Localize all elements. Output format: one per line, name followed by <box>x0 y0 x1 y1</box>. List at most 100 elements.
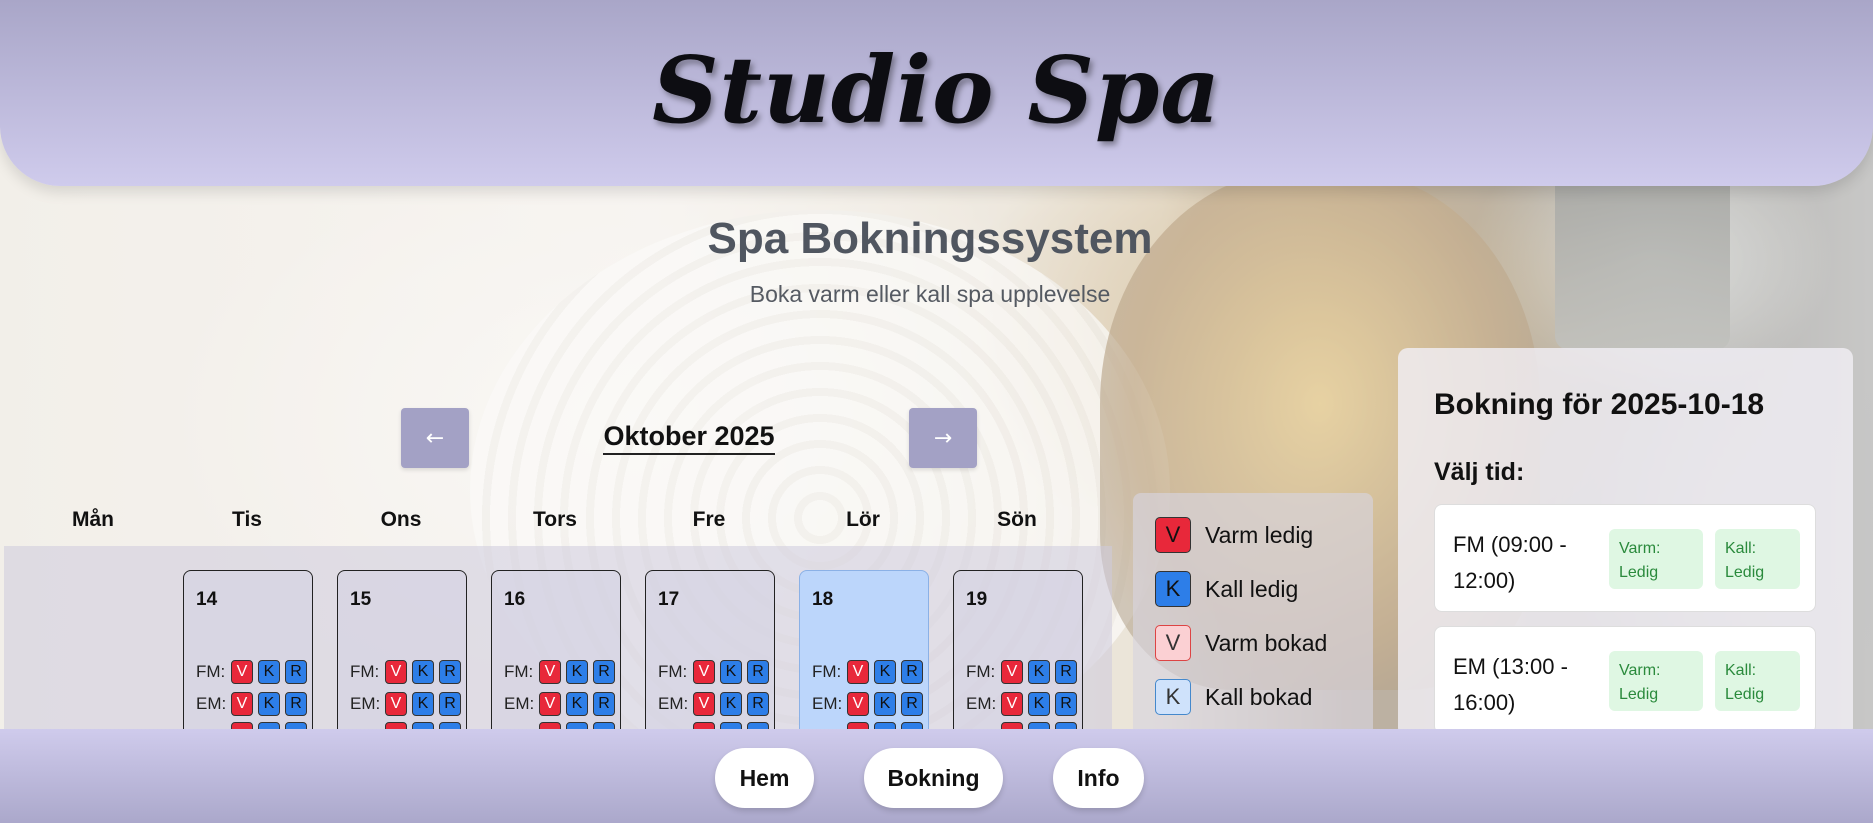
arrow-left-icon: ← <box>425 425 445 451</box>
warm-chip[interactable]: V <box>539 692 561 716</box>
slot-label-fm: FM: <box>504 662 534 681</box>
cold-chip[interactable]: K <box>1028 692 1050 716</box>
next-month-button[interactable]: → <box>909 408 977 468</box>
legend-item-cold-free: K Kall ledig <box>1155 571 1298 607</box>
slot-label-fm: FM: <box>658 662 688 681</box>
warm-chip[interactable]: V <box>385 660 407 684</box>
fm-slot-row: FM: V K R <box>812 659 923 685</box>
r-chip[interactable]: R <box>901 660 923 684</box>
weekday-wed: Ons <box>380 508 422 531</box>
weekday-thu: Tors <box>533 508 577 531</box>
warm-chip[interactable]: V <box>539 660 561 684</box>
nav-info-button[interactable]: Info <box>1053 748 1144 808</box>
r-chip[interactable]: R <box>439 692 461 716</box>
cold-status-badge[interactable]: Kall: Ledig <box>1715 651 1800 711</box>
month-label: Oktober 2025 <box>560 421 818 455</box>
calendar-day-15[interactable]: 15 FM: V K R EM: V K R <box>337 570 467 740</box>
weekday-sat: Lör <box>846 508 880 531</box>
month-label-text: Oktober 2025 <box>603 421 775 455</box>
time-slot-label: EM (13:00 - 16:00) <box>1453 654 1568 715</box>
legend-item-warm-free: V Varm ledig <box>1155 517 1313 553</box>
prev-month-button[interactable]: ← <box>401 408 469 468</box>
cold-chip[interactable]: K <box>874 692 896 716</box>
cold-status-badge[interactable]: Kall: Ledig <box>1715 529 1800 589</box>
warm-chip[interactable]: V <box>693 692 715 716</box>
em-slot-row: EM: V K R <box>504 691 615 717</box>
slot-label-fm: FM: <box>196 662 226 681</box>
r-chip[interactable]: R <box>439 660 461 684</box>
page-subtitle: Boka varm eller kall spa upplevelse <box>749 281 1111 307</box>
legend-item-cold-booked: K Kall bokad <box>1155 679 1312 715</box>
cold-chip[interactable]: K <box>258 692 280 716</box>
cold-chip[interactable]: K <box>566 660 588 684</box>
legend-swatch-cold-booked: K <box>1155 679 1191 715</box>
arrow-right-icon: → <box>933 425 953 451</box>
warm-chip[interactable]: V <box>847 660 869 684</box>
warm-chip[interactable]: V <box>231 692 253 716</box>
legend-item-warm-booked: V Varm bokad <box>1155 625 1327 661</box>
calendar-day-17[interactable]: 17 FM: V K R EM: V K R <box>645 570 775 740</box>
cold-chip[interactable]: K <box>412 660 434 684</box>
weekday-sun: Sön <box>997 508 1037 531</box>
r-chip[interactable]: R <box>285 692 307 716</box>
brand-logo[interactable]: Studio Spa <box>652 36 1221 144</box>
day-number: 16 <box>504 589 526 610</box>
fm-slot-row: FM: V K R <box>504 659 615 685</box>
slot-label-em: EM: <box>196 694 226 713</box>
fm-slot-row: FM: V K R <box>966 659 1077 685</box>
legend-label: Kall bokad <box>1205 683 1313 710</box>
weekday-tue: Tis <box>232 508 262 531</box>
time-slot-em[interactable]: EM (13:00 - 16:00) Varm: Ledig Kall: Led… <box>1434 626 1816 734</box>
weekday-header: Mån Tis Ons Tors Fre Lör Sön <box>16 508 1096 538</box>
day-number: 17 <box>658 589 680 610</box>
calendar-day-18[interactable]: 18 FM: V K R EM: V K R <box>799 570 929 740</box>
r-chip[interactable]: R <box>901 692 923 716</box>
booking-panel: Bokning för 2025-10-18 Välj tid: FM (09:… <box>1398 348 1853 738</box>
r-chip[interactable]: R <box>1055 692 1077 716</box>
fm-slot-row: FM: V K R <box>658 659 769 685</box>
r-chip[interactable]: R <box>747 692 769 716</box>
r-chip[interactable]: R <box>593 692 615 716</box>
day-number: 15 <box>350 589 372 610</box>
cold-chip[interactable]: K <box>874 660 896 684</box>
cold-chip[interactable]: K <box>720 660 742 684</box>
warm-status-badge[interactable]: Varm: Ledig <box>1609 651 1703 711</box>
calendar-day-19[interactable]: 19 FM: V K R EM: V K R <box>953 570 1083 740</box>
cold-chip[interactable]: K <box>412 692 434 716</box>
warm-chip[interactable]: V <box>693 660 715 684</box>
calendar-day-14[interactable]: 14 FM: V K R EM: V K R <box>183 570 313 740</box>
em-slot-row: EM: V K R <box>812 691 923 717</box>
cold-chip[interactable]: K <box>720 692 742 716</box>
fm-slot-row: FM: V K R <box>196 659 307 685</box>
em-slot-row: EM: V K R <box>658 691 769 717</box>
cold-chip[interactable]: K <box>1028 660 1050 684</box>
fm-slot-row: FM: V K R <box>350 659 461 685</box>
r-chip[interactable]: R <box>1055 660 1077 684</box>
weekday-fri: Fre <box>692 508 726 531</box>
warm-chip[interactable]: V <box>1001 660 1023 684</box>
weekday-mon: Mån <box>72 508 114 531</box>
legend-label: Varm bokad <box>1205 629 1328 656</box>
warm-chip[interactable]: V <box>847 692 869 716</box>
r-chip[interactable]: R <box>593 660 615 684</box>
warm-status-badge[interactable]: Varm: Ledig <box>1609 529 1703 589</box>
legend-swatch-warm-booked: V <box>1155 625 1191 661</box>
em-slot-row: EM: V K R <box>196 691 307 717</box>
cold-chip[interactable]: K <box>566 692 588 716</box>
day-number: 14 <box>196 589 218 610</box>
warm-chip[interactable]: V <box>1001 692 1023 716</box>
legend-swatch-warm-free: V <box>1155 517 1191 553</box>
em-slot-row: EM: V K R <box>966 691 1077 717</box>
nav-booking-button[interactable]: Bokning <box>864 748 1003 808</box>
calendar-day-16[interactable]: 16 FM: V K R EM: V K R <box>491 570 621 740</box>
legend-label: Kall ledig <box>1205 575 1299 602</box>
slot-label-fm: FM: <box>812 662 842 681</box>
time-slot-fm[interactable]: FM (09:00 - 12:00) Varm: Ledig Kall: Led… <box>1434 504 1816 612</box>
warm-chip[interactable]: V <box>385 692 407 716</box>
cold-chip[interactable]: K <box>258 660 280 684</box>
legend-swatch-cold-free: K <box>1155 571 1191 607</box>
nav-home-button[interactable]: Hem <box>715 748 814 808</box>
r-chip[interactable]: R <box>747 660 769 684</box>
r-chip[interactable]: R <box>285 660 307 684</box>
warm-chip[interactable]: V <box>231 660 253 684</box>
